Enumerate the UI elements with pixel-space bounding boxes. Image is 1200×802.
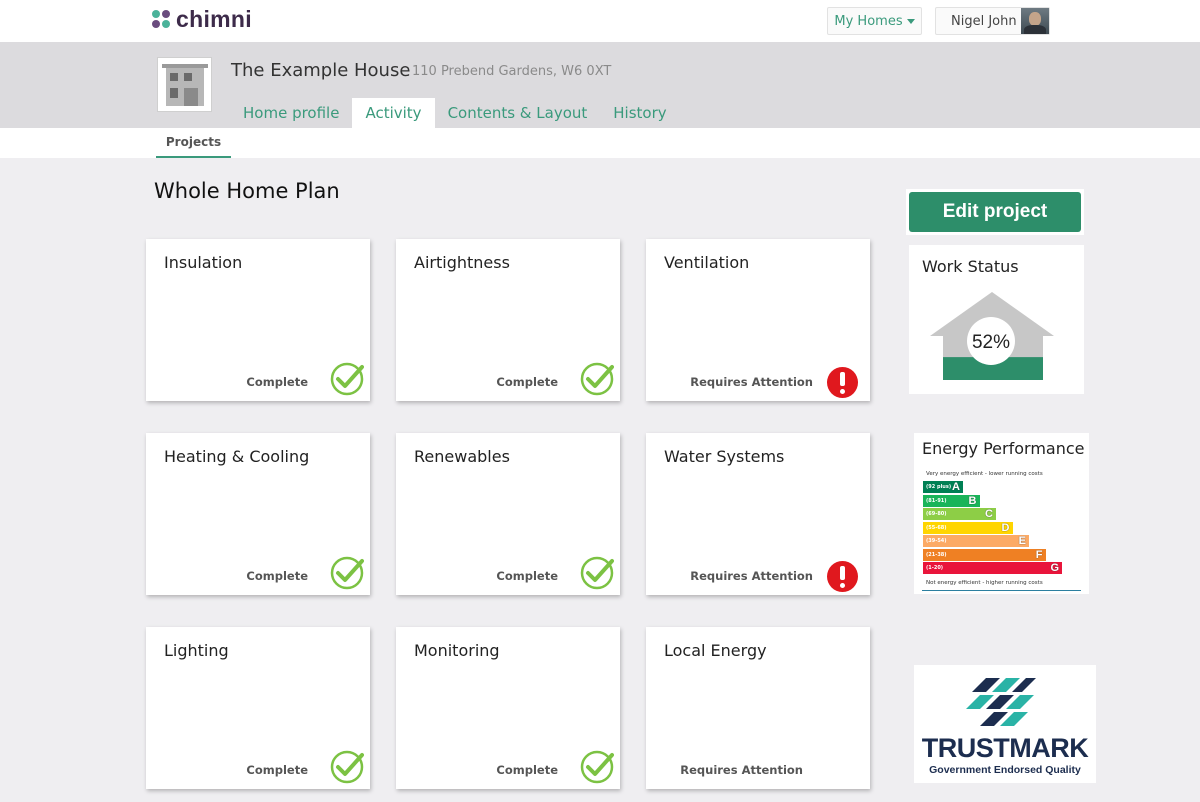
epc-band-letter: A	[952, 481, 960, 493]
epc-band-b: (81-91) B	[923, 494, 980, 507]
project-card-status: Complete	[246, 763, 308, 777]
my-homes-dropdown[interactable]: My Homes	[827, 7, 922, 35]
chimni-logo[interactable]: chimni	[152, 6, 252, 33]
epc-band-range: (69-80)	[926, 511, 947, 517]
project-card[interactable]: Heating & Cooling Complete	[146, 433, 370, 595]
project-card-title: Monitoring	[414, 641, 500, 660]
check-circle-icon	[580, 750, 614, 784]
project-card-status: Requires Attention	[680, 763, 803, 777]
epc-band-range: (92 plus)	[926, 484, 952, 490]
epc-band-a: (92 plus) A	[923, 481, 963, 493]
project-card[interactable]: Monitoring Complete	[396, 627, 620, 789]
epc-band-g: (1-20) G	[923, 562, 1062, 574]
project-card[interactable]: Lighting Complete	[146, 627, 370, 789]
energy-performance-panel: Energy Performance Very energy efficient…	[914, 433, 1089, 594]
trustmark-subtitle: Government Endorsed Quality	[929, 764, 1081, 776]
epc-band-range: (39-54)	[926, 538, 947, 544]
project-card-title: Insulation	[164, 253, 243, 272]
user-menu[interactable]: Nigel John	[935, 7, 1050, 35]
page-title: Whole Home Plan	[154, 179, 340, 203]
tab-activity[interactable]: Activity	[352, 98, 435, 128]
property-tabs: Home profile Activity Contents & Layout …	[230, 98, 680, 128]
epc-top-note: Very energy efficient - lower running co…	[926, 471, 1043, 477]
project-card-title: Local Energy	[664, 641, 767, 660]
project-card[interactable]: Renewables Complete	[396, 433, 620, 595]
epc-band-letter: B	[968, 494, 977, 507]
tab-home-profile[interactable]: Home profile	[230, 98, 352, 128]
avatar	[1021, 8, 1049, 34]
epc-band-range: (21-38)	[926, 551, 947, 558]
project-card[interactable]: Insulation Complete	[146, 239, 370, 401]
project-card-status: Complete	[246, 569, 308, 583]
trustmark-logo-icon	[966, 678, 1036, 726]
epc-band-letter: D	[1001, 521, 1010, 534]
work-status-house-icon: 52%	[930, 292, 1054, 380]
project-card[interactable]: Ventilation Requires Attention	[646, 239, 870, 401]
project-card-status: Complete	[496, 569, 558, 583]
exclamation-circle-icon	[827, 367, 858, 398]
edit-project-button[interactable]: Edit project	[906, 189, 1084, 235]
tab-contents-layout[interactable]: Contents & Layout	[435, 98, 601, 128]
check-circle-icon	[330, 750, 364, 784]
check-circle-icon	[580, 556, 614, 590]
subtab-projects[interactable]: Projects	[156, 128, 231, 158]
property-title: The Example House	[231, 60, 411, 81]
logo-text: chimni	[176, 6, 252, 32]
epc-band-range: (1-20)	[926, 565, 944, 571]
trustmark-badge[interactable]: TRUSTMARK Government Endorsed Quality	[914, 665, 1096, 783]
project-card[interactable]: Water Systems Requires Attention	[646, 433, 870, 595]
epc-band-d: (55-68) D	[923, 521, 1013, 534]
epc-divider	[922, 590, 1081, 591]
project-card-status: Requires Attention	[690, 375, 813, 389]
energy-performance-title: Energy Performance	[922, 439, 1085, 458]
edit-project-label: Edit project	[909, 192, 1081, 232]
epc-band-range: (81-91)	[926, 497, 947, 504]
check-circle-icon	[330, 556, 364, 590]
project-card-title: Airtightness	[414, 253, 510, 272]
project-card[interactable]: Local Energy Requires Attention	[646, 627, 870, 789]
project-card-title: Lighting	[164, 641, 229, 660]
epc-band-letter: G	[1050, 562, 1059, 574]
project-card-title: Water Systems	[664, 447, 785, 466]
project-card[interactable]: Airtightness Complete	[396, 239, 620, 401]
project-card-title: Heating & Cooling	[164, 447, 310, 466]
epc-bottom-note: Not energy efficient - higher running co…	[926, 580, 1043, 586]
check-circle-icon	[580, 362, 614, 396]
exclamation-circle-icon	[827, 561, 858, 592]
project-card-status: Complete	[246, 375, 308, 389]
project-card-status: Complete	[496, 763, 558, 777]
epc-band-e: (39-54) E	[923, 535, 1029, 547]
epc-band-range: (55-68)	[926, 524, 947, 531]
work-status-panel: Work Status 52%	[909, 245, 1084, 394]
project-card-status: Complete	[496, 375, 558, 389]
project-card-title: Ventilation	[664, 253, 750, 272]
project-card-title: Renewables	[414, 447, 510, 466]
property-address: 110 Prebend Gardens, W6 0XT	[412, 64, 612, 79]
trustmark-word: TRUSTMARK	[921, 733, 1089, 763]
project-card-status: Requires Attention	[690, 569, 813, 583]
epc-band-letter: C	[985, 508, 993, 520]
tab-history[interactable]: History	[600, 98, 679, 128]
epc-band-c: (69-80) C	[923, 508, 996, 520]
work-status-percent: 52%	[972, 332, 1010, 353]
epc-band-letter: E	[1018, 535, 1026, 547]
caret-down-icon	[906, 18, 915, 24]
my-homes-label: My Homes	[834, 13, 903, 29]
user-name: Nigel John	[951, 14, 1017, 29]
logo-mark-icon	[152, 9, 172, 30]
epc-band-letter: F	[1035, 548, 1043, 561]
epc-band-f: (21-38) F	[923, 548, 1046, 561]
house-photo	[157, 57, 212, 112]
check-circle-icon	[330, 362, 364, 396]
